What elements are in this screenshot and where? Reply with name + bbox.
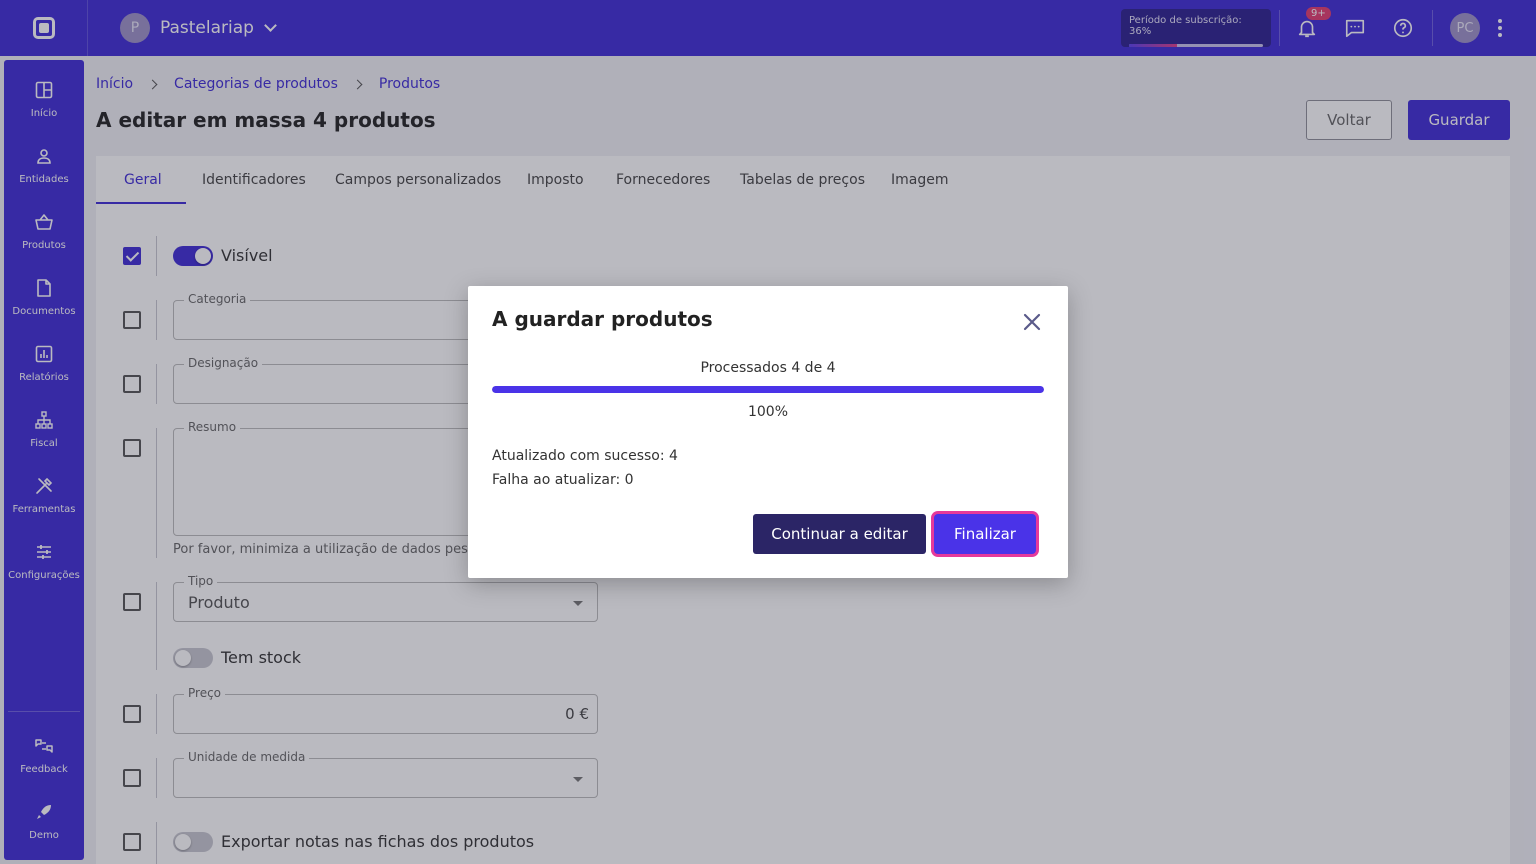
progress-bar xyxy=(492,386,1044,393)
close-icon[interactable] xyxy=(1022,312,1042,332)
continue-editing-button[interactable]: Continuar a editar xyxy=(753,514,926,554)
success-count: Atualizado com sucesso: 4 xyxy=(492,448,678,464)
progress-percent: 100% xyxy=(747,404,789,420)
saving-products-dialog: A guardar produtos Processados 4 de 4 10… xyxy=(468,286,1068,578)
dialog-title: A guardar produtos xyxy=(492,307,713,331)
progress-fill xyxy=(492,386,1044,393)
failure-count: Falha ao atualizar: 0 xyxy=(492,472,634,488)
finish-button[interactable]: Finalizar xyxy=(934,514,1036,554)
progress-text: Processados 4 de 4 xyxy=(700,360,836,376)
